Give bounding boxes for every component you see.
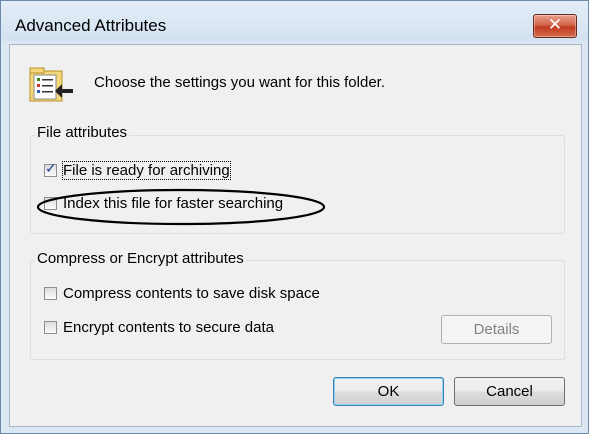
encrypt-checkbox[interactable] xyxy=(44,321,57,334)
close-icon: ✕ xyxy=(547,15,563,35)
advanced-attributes-dialog: Advanced Attributes ✕ Choose the setting… xyxy=(0,0,589,434)
archive-checkbox-label[interactable]: File is ready for archiving xyxy=(62,161,231,180)
encrypt-checkbox-label[interactable]: Encrypt contents to secure data xyxy=(63,319,274,336)
folder-properties-icon xyxy=(29,67,73,102)
annotation-ellipse xyxy=(36,188,326,226)
file-attributes-label: File attributes xyxy=(35,124,130,141)
compress-checkbox[interactable] xyxy=(44,287,57,300)
compress-checkbox-label[interactable]: Compress contents to save disk space xyxy=(63,285,320,302)
close-button[interactable]: ✕ xyxy=(533,14,577,38)
archive-checkbox[interactable]: ✓ xyxy=(44,161,57,177)
checkmark-icon: ✓ xyxy=(45,161,57,177)
compress-encrypt-group xyxy=(30,260,565,360)
title-bar[interactable]: Advanced Attributes ✕ xyxy=(1,1,588,41)
compress-encrypt-label: Compress or Encrypt attributes xyxy=(35,250,246,267)
header-instruction: Choose the settings you want for this fo… xyxy=(94,74,385,91)
window-title: Advanced Attributes xyxy=(15,16,167,35)
ok-button[interactable]: OK xyxy=(333,377,444,406)
dialog-body: Choose the settings you want for this fo… xyxy=(9,44,582,427)
details-button[interactable]: Details xyxy=(441,315,552,344)
cancel-button[interactable]: Cancel xyxy=(454,377,565,406)
